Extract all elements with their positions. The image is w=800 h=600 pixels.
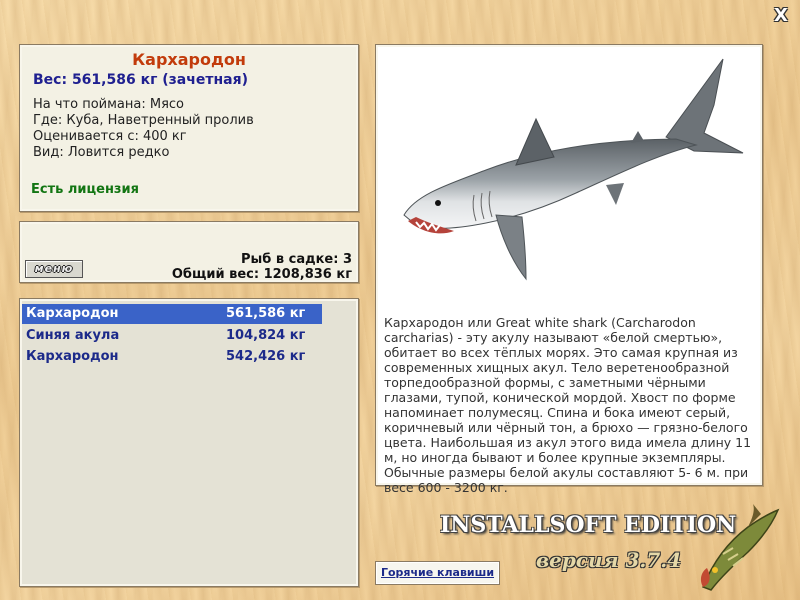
catch-list: Кархародон 561,586 кг Синяя акула 104,82… bbox=[19, 298, 359, 587]
pike-logo bbox=[700, 504, 780, 591]
list-item-weight: 542,426 кг bbox=[226, 349, 306, 364]
list-item-name: Кархародон bbox=[26, 349, 119, 364]
kind-text: Вид: Ловится редко bbox=[33, 145, 170, 160]
list-item[interactable]: Синяя акула 104,824 кг bbox=[22, 326, 322, 346]
fish-title: Кархародон bbox=[132, 50, 246, 69]
hotkeys-button[interactable]: Горячие клавиши bbox=[375, 561, 500, 585]
fish-description: Кархародон или Great white shark (Carcha… bbox=[384, 315, 752, 495]
license-status: Есть лицензия bbox=[31, 182, 139, 197]
list-item-name: Синяя акула bbox=[26, 328, 120, 343]
fish-weight: Вес: 561,586 кг (зачетная) bbox=[33, 72, 248, 88]
fish-picture-panel: Кархародон или Great white shark (Carcha… bbox=[375, 44, 763, 495]
shark-image bbox=[403, 58, 744, 281]
close-icon[interactable]: X bbox=[771, 6, 791, 26]
list-item-weight: 561,586 кг bbox=[226, 306, 306, 321]
rated-from-text: Оценивается с: 400 кг bbox=[33, 129, 187, 144]
fish-info-panel: Кархародон Вес: 561,586 кг (зачетная) На… bbox=[19, 44, 359, 212]
cage-count: Рыб в садке: 3 bbox=[240, 252, 352, 267]
location-text: Где: Куба, Наветренный пролив bbox=[33, 113, 254, 128]
menu-button[interactable]: меню bbox=[25, 260, 83, 278]
brand-version: версия 3.7.4 bbox=[536, 548, 682, 572]
cage-total-weight: Общий вес: 1208,836 кг bbox=[171, 267, 352, 282]
list-item-name: Кархародон bbox=[26, 306, 119, 321]
list-item[interactable]: Кархародон 542,426 кг bbox=[22, 347, 322, 367]
brand-title: INSTALLSOFT EDITION bbox=[440, 512, 737, 538]
cage-panel: меню Рыб в садке: 3 Общий вес: 1208,836 … bbox=[19, 221, 359, 283]
caught-on-text: На что поймана: Мясо bbox=[33, 97, 185, 112]
list-item-weight: 104,824 кг bbox=[226, 328, 306, 343]
list-item[interactable]: Кархародон 561,586 кг bbox=[22, 304, 322, 324]
